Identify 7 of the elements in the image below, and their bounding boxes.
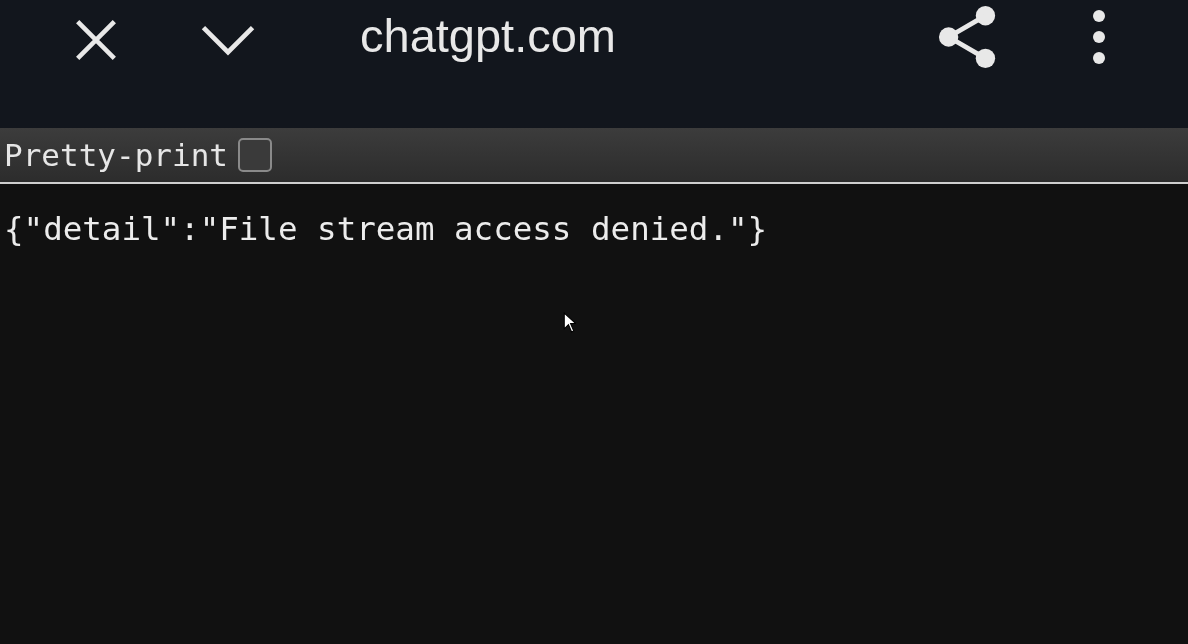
mouse-cursor-icon <box>563 312 576 333</box>
checkbox[interactable] <box>237 138 272 172</box>
close-icon[interactable] <box>74 18 118 62</box>
url-text[interactable]: chatgpt.com <box>360 8 617 63</box>
more-options-icon[interactable] <box>1090 9 1108 65</box>
json-text: {"detail":"File stream access denied."} <box>3 209 769 248</box>
pretty-print-label: Pretty-print <box>4 137 228 173</box>
